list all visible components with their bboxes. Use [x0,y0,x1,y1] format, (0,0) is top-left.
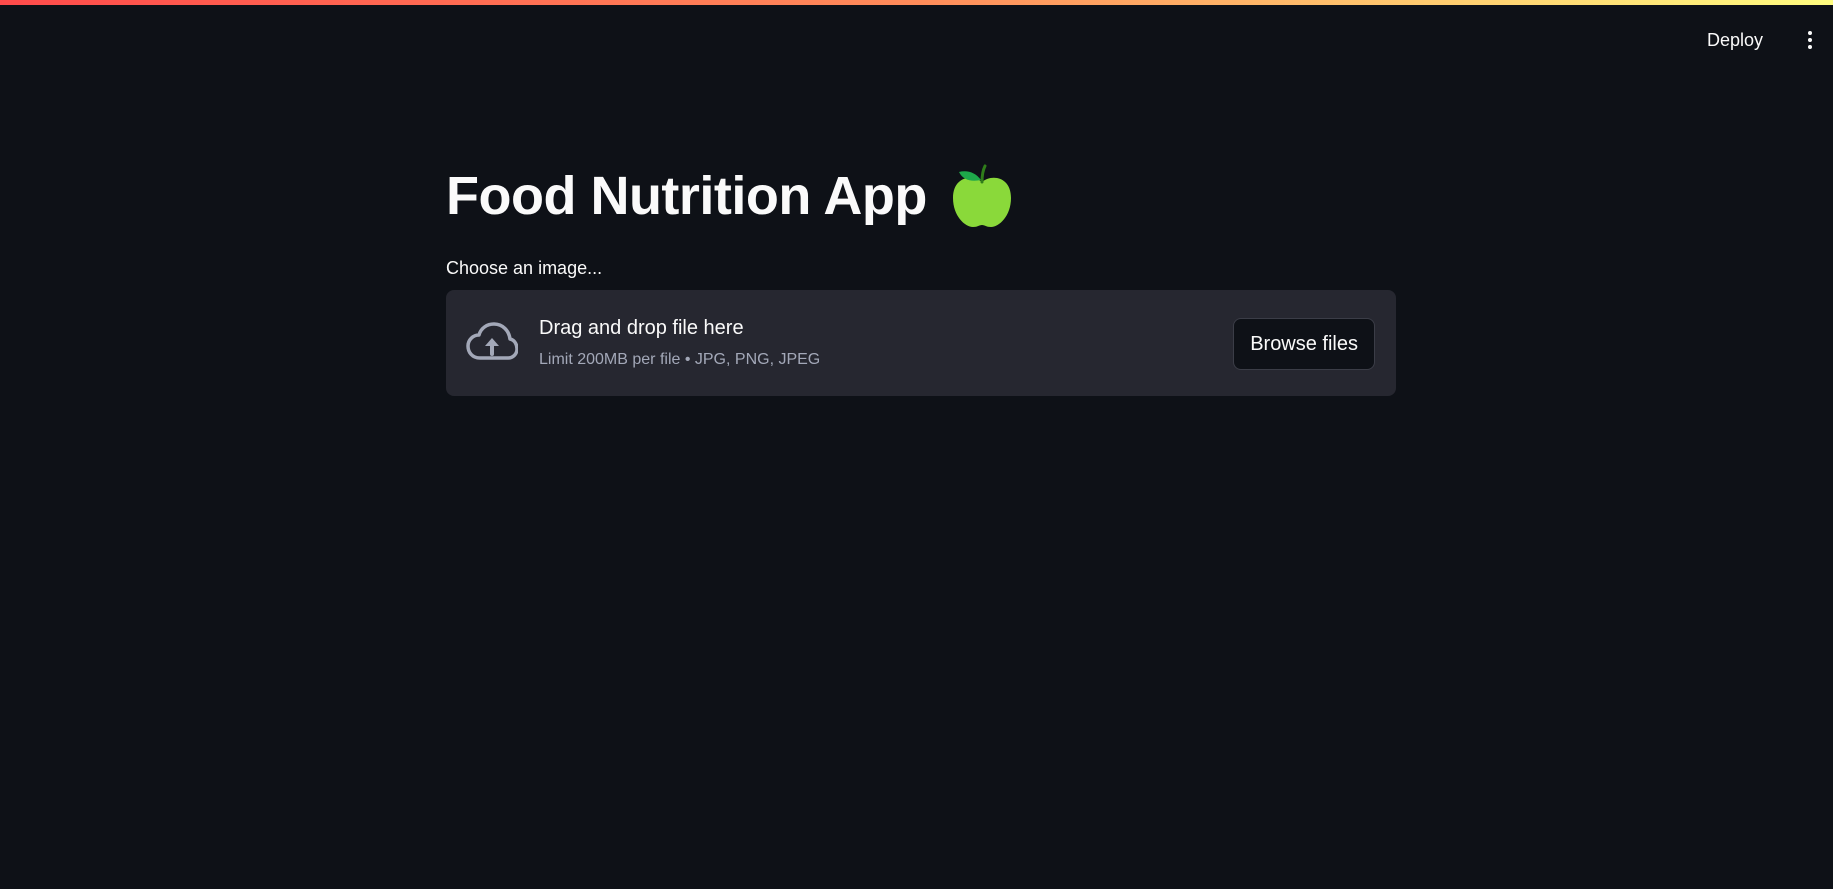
deploy-button[interactable]: Deploy [1697,21,1773,59]
dropzone-title: Drag and drop file here [539,317,744,339]
vertical-ellipsis-dot [1808,45,1812,49]
green-apple-icon [952,164,1011,227]
dropzone-limit-text: Limit 200MB per file • JPG, PNG, JPEG [539,351,821,368]
page-title: Food Nutrition App [446,166,927,226]
dropzone-instructions: Drag and drop file here Limit 200MB per … [539,314,820,370]
file-dropzone[interactable]: Drag and drop file here Limit 200MB per … [446,290,1396,396]
main-menu-button[interactable] [1795,23,1825,57]
app-header: Deploy [0,5,1833,65]
cloud-upload-icon [466,322,518,360]
vertical-ellipsis-icon [1808,31,1812,35]
vertical-ellipsis-dot [1808,38,1812,42]
uploader-label: Choose an image... [446,258,603,278]
browse-files-button[interactable]: Browse files [1233,318,1375,370]
title-row: Food Nutrition App [446,160,1013,232]
